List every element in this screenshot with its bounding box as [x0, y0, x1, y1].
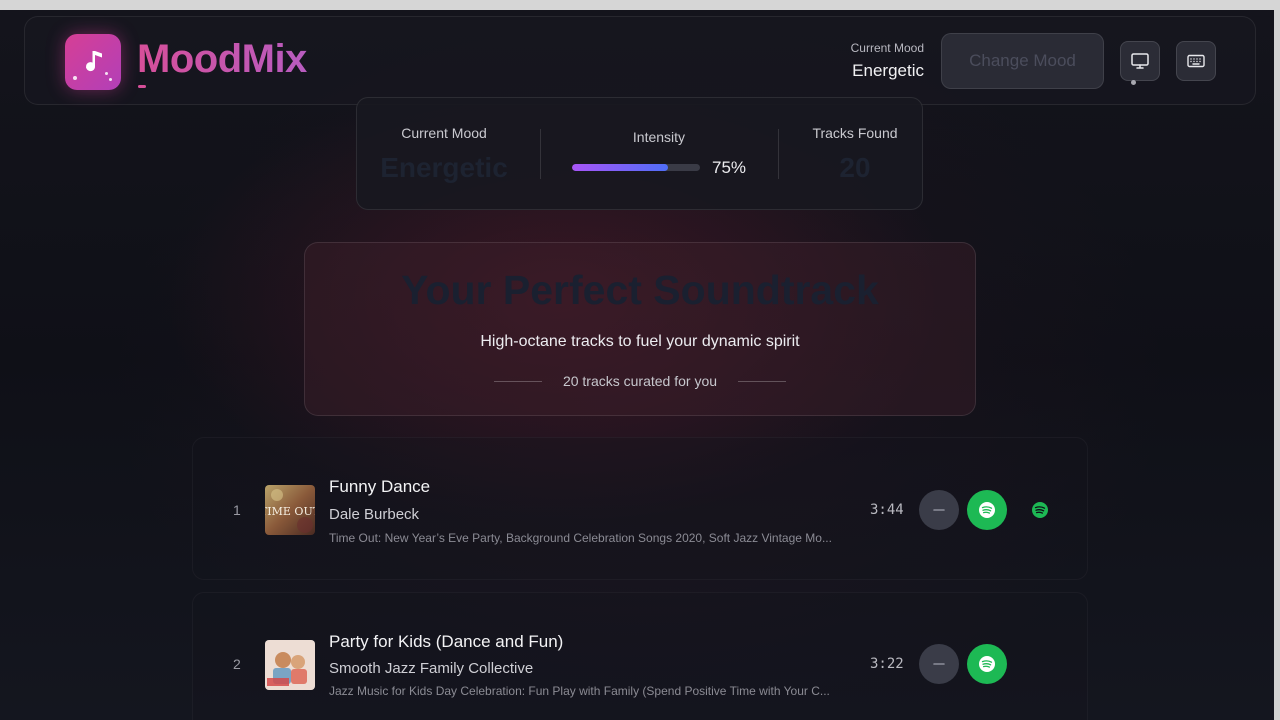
album-cover-art: TIME OUT	[265, 485, 315, 535]
track-album: Jazz Music for Kids Day Celebration: Fun…	[329, 684, 830, 698]
header-current-mood-value: Energetic	[852, 61, 924, 80]
remove-track-button[interactable]	[919, 490, 959, 530]
app-name-accent	[138, 85, 146, 88]
app-name: MoodMix	[137, 37, 307, 81]
change-mood-button[interactable]: Change Mood	[941, 33, 1104, 89]
spotify-icon	[979, 502, 995, 518]
hero-count-line	[738, 381, 786, 382]
hero-subtitle: High-octane tracks to fuel your dynamic …	[480, 333, 800, 350]
logo-sparkle	[73, 76, 77, 80]
mood-stats-panel: Current Mood Energetic Intensity 75% Tra…	[356, 97, 923, 210]
hero-count-row: 20 tracks curated for you	[305, 373, 975, 391]
album-cover-text: TIME OUT	[265, 505, 315, 518]
spotify-icon	[979, 656, 995, 672]
track-title[interactable]: Party for Kids (Dance and Fun)	[329, 632, 563, 652]
intensity-bar	[572, 164, 700, 171]
keyboard-icon	[1187, 54, 1205, 68]
open-in-spotify-button[interactable]	[967, 490, 1007, 530]
keyboard-shortcuts-button[interactable]	[1176, 41, 1216, 81]
active-indicator-dot	[1131, 80, 1136, 85]
track-album: Time Out: New Year’s Eve Party, Backgrou…	[329, 531, 832, 545]
intensity-percent: 75%	[712, 158, 747, 177]
track-row[interactable]: 2 Party for Kids (Dance and Fun) Smooth …	[192, 592, 1088, 720]
track-number: 2	[233, 656, 241, 672]
logo-sparkle	[105, 72, 108, 75]
album-cover	[265, 640, 315, 690]
scrollbar[interactable]	[1274, 10, 1280, 720]
remove-track-button[interactable]	[919, 644, 959, 684]
album-cover: TIME OUT	[265, 485, 315, 535]
intensity-bar-fill	[572, 164, 668, 171]
music-note-icon	[86, 51, 102, 72]
spotify-icon[interactable]	[1031, 501, 1049, 519]
stats-divider	[778, 129, 779, 179]
open-in-spotify-button[interactable]	[967, 644, 1007, 684]
app-logo[interactable]	[65, 34, 121, 90]
intensity-label: Intensity	[632, 129, 686, 145]
stats-mood-label: Current Mood	[401, 125, 487, 141]
minus-icon	[933, 663, 945, 665]
track-artist[interactable]: Dale Burbeck	[329, 506, 419, 523]
hero-title: Your Perfect Soundtrack	[401, 267, 879, 313]
display-mode-button[interactable]	[1120, 41, 1160, 81]
track-row[interactable]: 1 TIME OUT Funny Dance Dale Burbeck Time…	[192, 437, 1088, 580]
track-title[interactable]: Funny Dance	[329, 477, 430, 497]
header-current-mood-label: Current Mood	[850, 41, 924, 55]
track-artist[interactable]: Smooth Jazz Family Collective	[329, 660, 533, 677]
track-duration: 3:22	[870, 656, 904, 672]
soundtrack-hero: Your Perfect Soundtrack High-octane trac…	[304, 242, 976, 416]
stats-mood-value: Energetic	[380, 152, 508, 183]
tracks-found-label: Tracks Found	[812, 125, 898, 141]
app-header: MoodMix Current Mood Energetic Change Mo…	[24, 16, 1256, 105]
track-duration: 3:44	[870, 502, 904, 518]
browser-top-strip	[0, 0, 1280, 10]
stats-divider	[540, 129, 541, 179]
tracks-found-value: 20	[839, 152, 871, 183]
album-cover-art	[265, 640, 315, 690]
monitor-icon	[1131, 53, 1149, 69]
minus-icon	[933, 509, 945, 511]
logo-sparkle	[109, 78, 112, 81]
hero-track-count: 20 tracks curated for you	[562, 373, 718, 389]
track-number: 1	[233, 502, 241, 518]
